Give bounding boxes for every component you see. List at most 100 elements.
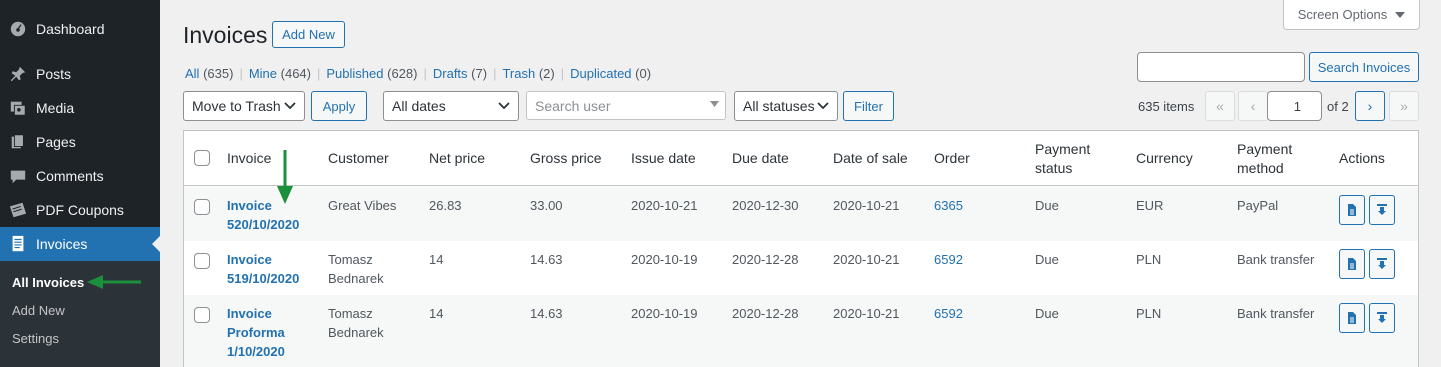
- submenu-all-invoices[interactable]: All Invoices: [12, 275, 84, 290]
- current-page-input[interactable]: 1: [1267, 91, 1322, 121]
- sale-date-cell: 2020-10-21: [833, 306, 900, 321]
- invoice-title-line: Proforma: [227, 325, 285, 340]
- col-invoice[interactable]: Invoice: [227, 149, 271, 168]
- view-drafts-label: Drafts: [432, 66, 468, 81]
- col-date-of-sale[interactable]: Date of sale: [833, 149, 908, 168]
- view-trash-label: Trash: [502, 66, 536, 81]
- menu-item-dashboard[interactable]: Dashboard: [0, 12, 160, 46]
- col-order[interactable]: Order: [934, 149, 970, 168]
- sale-date-cell: 2020-10-21: [833, 198, 900, 213]
- col-payment-method[interactable]: Payment method: [1237, 140, 1292, 178]
- view-duplicated[interactable]: Duplicated (0): [570, 66, 651, 81]
- menu-label: Posts: [36, 66, 72, 82]
- next-page-button[interactable]: ›: [1355, 91, 1385, 121]
- page-title: Invoices: [183, 22, 268, 48]
- view-pdf-button[interactable]: [1339, 249, 1365, 279]
- media-icon: [0, 99, 36, 117]
- annotation-arrow-down-icon: [277, 150, 293, 204]
- gross-price-cell: 14.63: [530, 252, 563, 267]
- invoice-title-line: 519/10/2020: [227, 271, 300, 286]
- customer-cell: Tomasz Bednarek: [328, 304, 384, 342]
- col-gross-price[interactable]: Gross price: [530, 149, 602, 168]
- search-user-select[interactable]: Search user: [526, 91, 726, 120]
- order-link[interactable]: 6365: [934, 196, 963, 215]
- menu-item-posts[interactable]: Posts: [0, 57, 160, 91]
- col-net-price[interactable]: Net price: [429, 149, 485, 168]
- view-published-label: Published: [326, 66, 384, 81]
- payment-method-cell: Bank transfer: [1237, 306, 1315, 321]
- invoices-table: Invoice Customer Net price Gross price I…: [183, 130, 1419, 367]
- statuses-select[interactable]: All statuses: [734, 91, 838, 121]
- customer-line: Tomasz: [328, 306, 373, 321]
- order-link[interactable]: 6592: [934, 250, 963, 269]
- search-invoices-input[interactable]: [1137, 52, 1305, 82]
- apply-button[interactable]: Apply: [311, 91, 367, 121]
- view-all[interactable]: All (635): [185, 66, 233, 81]
- view-published[interactable]: Published (628): [326, 66, 417, 81]
- row-checkbox[interactable]: [194, 307, 210, 323]
- add-new-button[interactable]: Add New: [272, 21, 345, 48]
- download-pdf-button[interactable]: [1369, 249, 1395, 279]
- view-count: (628): [387, 66, 418, 81]
- view-pdf-button[interactable]: [1339, 195, 1365, 225]
- first-page-button[interactable]: «: [1205, 91, 1235, 121]
- invoice-title-link[interactable]: Invoice Proforma 1/10/2020: [227, 304, 285, 361]
- net-price-cell: 26.83: [429, 198, 462, 213]
- payment-status-cell: Due: [1035, 306, 1059, 321]
- view-separator: |: [560, 66, 565, 81]
- download-pdf-button[interactable]: [1369, 195, 1395, 225]
- bulk-action-select[interactable]: Move to Trash: [183, 91, 305, 121]
- table-row: Invoice 519/10/2020 Tomasz Bednarek 14 1…: [184, 241, 1418, 295]
- net-price-cell: 14: [429, 306, 444, 321]
- col-issue-date[interactable]: Issue date: [631, 149, 696, 168]
- col-payment-status[interactable]: Payment status: [1035, 140, 1090, 178]
- menu-item-invoices[interactable]: Invoices: [0, 227, 160, 261]
- order-link[interactable]: 6592: [934, 304, 963, 323]
- menu-label: Comments: [36, 168, 104, 184]
- payment-status-cell: Due: [1035, 252, 1059, 267]
- col-due-date[interactable]: Due date: [732, 149, 789, 168]
- view-mine[interactable]: Mine (464): [249, 66, 311, 81]
- view-drafts[interactable]: Drafts (7): [433, 66, 487, 81]
- invoice-title-link[interactable]: Invoice 519/10/2020: [227, 250, 299, 288]
- total-pages: of 2: [1327, 99, 1349, 114]
- col-payment-method-line2: method: [1237, 160, 1284, 176]
- screen-options-label: Screen Options: [1297, 7, 1388, 22]
- invoice-title-line: 1/10/2020: [227, 344, 285, 359]
- sale-date-cell: 2020-10-21: [833, 252, 900, 267]
- filter-button[interactable]: Filter: [843, 91, 894, 121]
- menu-item-comments[interactable]: Comments: [0, 159, 160, 193]
- due-date-cell: 2020-12-28: [732, 252, 799, 267]
- caret-down-icon: [710, 101, 719, 107]
- select-all-checkbox[interactable]: [194, 150, 210, 166]
- submenu-settings[interactable]: Settings: [12, 331, 59, 346]
- last-page-button[interactable]: »: [1389, 91, 1419, 121]
- col-payment-status-line2: status: [1035, 160, 1073, 176]
- view-count: (7): [471, 66, 488, 81]
- view-trash[interactable]: Trash (2): [502, 66, 554, 81]
- submenu-add-new[interactable]: Add New: [12, 303, 65, 318]
- row-checkbox[interactable]: [194, 199, 210, 215]
- prev-page-button[interactable]: ‹: [1238, 91, 1268, 121]
- view-count: (2): [538, 66, 555, 81]
- coupons-icon: [0, 201, 36, 219]
- items-count: 635 items: [1138, 99, 1195, 114]
- menu-item-media[interactable]: Media: [0, 91, 160, 125]
- menu-item-pages[interactable]: Pages: [0, 125, 160, 159]
- col-currency[interactable]: Currency: [1136, 149, 1193, 168]
- view-pdf-button[interactable]: [1339, 303, 1365, 333]
- row-checkbox[interactable]: [194, 253, 210, 269]
- pages-icon: [0, 133, 36, 151]
- download-icon: [1377, 258, 1387, 269]
- caret-down-icon: [1395, 11, 1406, 18]
- col-customer[interactable]: Customer: [328, 149, 389, 168]
- screen-options-button[interactable]: Screen Options: [1283, 0, 1420, 30]
- customer-cell: Great Vibes: [328, 198, 397, 213]
- gross-price-cell: 33.00: [530, 198, 563, 213]
- download-pdf-button[interactable]: [1369, 303, 1395, 333]
- view-mine-label: Mine: [248, 66, 278, 81]
- search-invoices-button[interactable]: Search Invoices: [1309, 52, 1419, 82]
- dates-select[interactable]: All dates: [383, 91, 519, 121]
- download-icon: [1377, 204, 1387, 215]
- menu-item-pdf-coupons[interactable]: PDF Coupons: [0, 193, 160, 227]
